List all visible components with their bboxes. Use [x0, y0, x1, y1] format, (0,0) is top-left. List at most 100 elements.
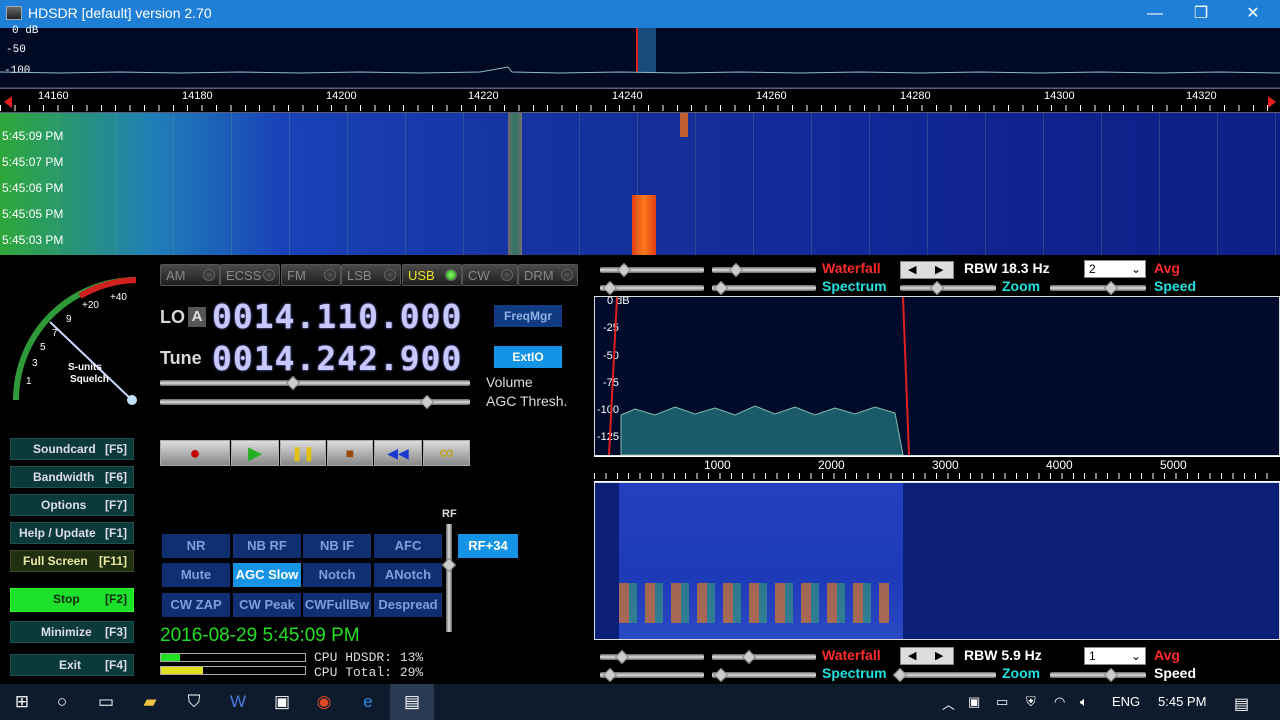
rf-gain-slider-thumb[interactable] — [441, 557, 457, 573]
slider-thumb[interactable] — [728, 262, 744, 278]
language-indicator[interactable]: ENG — [1112, 694, 1140, 709]
tray-app-icon[interactable]: ▣ — [968, 694, 980, 710]
loop-button[interactable]: ∞ — [423, 440, 470, 466]
mode-lsb-button[interactable]: LSB — [341, 264, 401, 286]
afc-button[interactable]: AFC — [374, 534, 442, 558]
waterfall-slider-2[interactable] — [712, 267, 816, 273]
slider-thumb[interactable] — [713, 667, 729, 683]
cw-fullbw-button[interactable]: CWFullBw — [303, 593, 371, 617]
slider-thumb[interactable] — [602, 280, 618, 296]
rf-gain-slider[interactable] — [446, 524, 452, 632]
volume-slider-thumb[interactable] — [286, 375, 301, 391]
avg-dropdown[interactable]: 2 ⌄ — [1084, 260, 1146, 278]
record-button[interactable]: ● — [160, 440, 230, 466]
minimize-button[interactable]: — — [1132, 0, 1178, 28]
close-button[interactable]: ✕ — [1230, 0, 1276, 28]
lo-frequency-display[interactable]: 0014.110.000 — [212, 297, 462, 336]
tune-frequency-display[interactable]: 0014.242.900 — [212, 339, 462, 378]
task-view-icon[interactable]: ▭ — [84, 684, 128, 720]
maximize-button[interactable]: ❐ — [1178, 0, 1224, 28]
waterfall-slider-1[interactable] — [600, 267, 704, 273]
nb-rf-button[interactable]: NB RF — [233, 534, 301, 558]
stop-button[interactable]: Stop [F2] — [10, 588, 134, 612]
rbw-stepper[interactable]: ◀ ▶ — [900, 647, 954, 665]
cw-peak-button[interactable]: CW Peak — [233, 593, 301, 617]
slider-thumb[interactable] — [929, 280, 945, 296]
lo-a-badge[interactable]: A — [188, 307, 206, 327]
slider-thumb[interactable] — [713, 280, 729, 296]
rewind-button[interactable]: ◀◀ — [374, 440, 422, 466]
chrome-icon[interactable]: ◉ — [302, 684, 346, 720]
security-icon[interactable]: ⛨ — [1026, 694, 1036, 710]
battery-icon[interactable]: ▭ — [996, 694, 1008, 710]
clock[interactable]: 5:45 PM — [1158, 694, 1206, 709]
options-button[interactable]: Options [F7] — [10, 494, 134, 516]
slider-thumb[interactable] — [892, 667, 908, 683]
slider-thumb[interactable] — [741, 649, 757, 665]
file-explorer-icon[interactable]: ▰ — [128, 684, 172, 720]
audio-waterfall[interactable] — [594, 482, 1280, 640]
volume-icon[interactable]: 🔈︎ — [1080, 694, 1088, 710]
anotch-button[interactable]: ANotch — [374, 563, 442, 587]
windows-start-icon[interactable]: ⊞ — [0, 684, 44, 720]
frequency-scale[interactable]: 14160 14180 14200 14220 14240 14260 1428… — [0, 88, 1280, 113]
slider-thumb[interactable] — [1103, 280, 1119, 296]
mute-button[interactable]: Mute — [162, 563, 230, 587]
minimize-app-button[interactable]: Minimize [F3] — [10, 621, 134, 643]
mode-ecss-button[interactable]: ECSS — [220, 264, 280, 286]
play-button[interactable]: ▶ — [231, 440, 279, 466]
edge-icon[interactable]: e — [346, 684, 390, 720]
freqmgr-button[interactable]: FreqMgr — [494, 305, 562, 327]
rf-waterfall[interactable]: 5:45:09 PM 5:45:07 PM 5:45:06 PM 5:45:05… — [0, 113, 1280, 255]
word-icon[interactable]: W — [216, 684, 260, 720]
help-update-button[interactable]: Help / Update [F1] — [10, 522, 134, 544]
mode-usb-button[interactable]: USB — [402, 264, 462, 286]
zoom-slider-left[interactable] — [900, 672, 996, 678]
store-icon[interactable]: ⛉ — [172, 684, 216, 720]
app-window-icon[interactable]: ▣ — [260, 684, 304, 720]
tray-chevron-icon[interactable]: ︿ — [942, 694, 955, 713]
s-meter[interactable]: 1 3 5 7 9 +20 +40 S-units Squelch — [6, 272, 156, 412]
mode-drm-button[interactable]: DRM — [518, 264, 578, 286]
mode-am-button[interactable]: AM — [160, 264, 220, 286]
volume-slider[interactable] — [160, 380, 470, 386]
avg-dropdown[interactable]: 1 ⌄ — [1084, 647, 1146, 665]
slider-thumb[interactable] — [602, 667, 618, 683]
audio-frequency-scale[interactable]: 1000 2000 3000 4000 5000 — [594, 456, 1280, 482]
stop-playback-button[interactable]: ■ — [327, 440, 373, 466]
speed-slider[interactable] — [1050, 672, 1146, 678]
pause-button[interactable]: ❚❚ — [280, 440, 326, 466]
slider-thumb[interactable] — [616, 262, 632, 278]
rf-spectrum[interactable]: 0 dB -50 -100 — [0, 25, 1280, 88]
left-arrow-icon[interactable]: ◀ — [908, 263, 916, 276]
notch-button[interactable]: Notch — [303, 563, 371, 587]
slider-thumb[interactable] — [614, 649, 630, 665]
audio-spectrum[interactable]: 0 dB -25 -50 -75 -100 -125 — [594, 295, 1280, 456]
full-screen-button[interactable]: Full Screen [F11] — [10, 550, 134, 572]
waterfall-slider-2[interactable] — [712, 654, 816, 660]
bandwidth-button[interactable]: Bandwidth [F6] — [10, 466, 134, 488]
mode-fm-button[interactable]: FM — [281, 264, 341, 286]
cw-zap-button[interactable]: CW ZAP — [162, 593, 230, 617]
despread-button[interactable]: Despread — [374, 593, 442, 617]
slider-thumb[interactable] — [1103, 667, 1119, 683]
mode-cw-button[interactable]: CW — [462, 264, 518, 286]
speed-slider[interactable] — [1050, 285, 1146, 291]
nb-if-button[interactable]: NB IF — [303, 534, 371, 558]
left-arrow-icon[interactable]: ◀ — [908, 649, 916, 662]
notifications-icon[interactable]: ▤ — [1234, 694, 1249, 714]
zoom-slider-left[interactable] — [900, 285, 996, 291]
agc-threshold-slider-thumb[interactable] — [419, 394, 434, 410]
hdsdr-taskbar-icon[interactable]: ▤ — [390, 684, 434, 720]
nr-button[interactable]: NR — [162, 534, 230, 558]
extio-button[interactable]: ExtIO — [494, 346, 562, 368]
wifi-icon[interactable]: ◠ — [1054, 694, 1065, 710]
right-arrow-icon[interactable]: ▶ — [935, 263, 943, 276]
cortana-icon[interactable]: ○ — [40, 684, 84, 720]
exit-button[interactable]: Exit [F4] — [10, 654, 134, 676]
agc-slow-button[interactable]: AGC Slow — [233, 563, 301, 587]
soundcard-button[interactable]: Soundcard [F5] — [10, 438, 134, 460]
right-arrow-icon[interactable]: ▶ — [935, 649, 943, 662]
rf-gain-value-button[interactable]: RF+34 — [458, 534, 518, 558]
rbw-stepper[interactable]: ◀ ▶ — [900, 261, 954, 279]
